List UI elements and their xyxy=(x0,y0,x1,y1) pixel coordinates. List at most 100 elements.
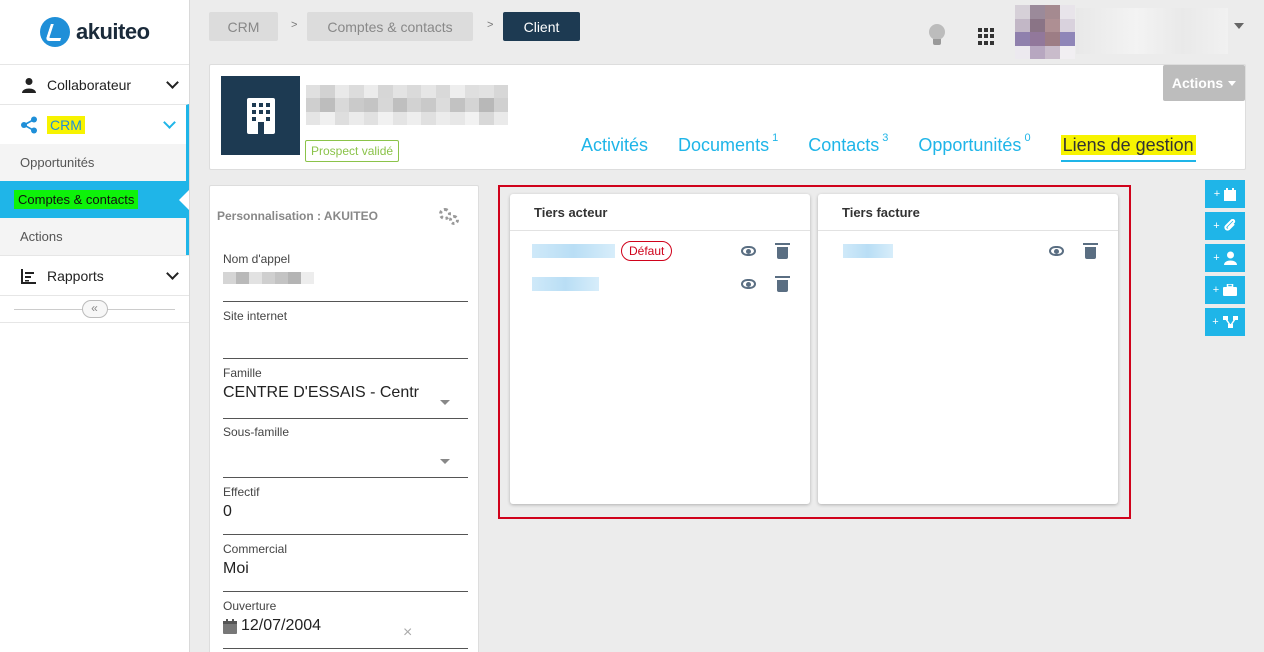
plus-icon: + xyxy=(1213,252,1220,264)
logo[interactable]: akuiteo xyxy=(0,0,189,64)
plus-icon: + xyxy=(1212,284,1220,296)
sidebar-item-label: Rapports xyxy=(47,267,104,284)
breadcrumb-comptes-contacts[interactable]: Comptes & contacts xyxy=(307,12,473,41)
sidebar-subitem-opportunites[interactable]: Opportunités xyxy=(0,144,189,181)
eye-icon[interactable] xyxy=(1049,246,1064,256)
breadcrumb-client: Client xyxy=(503,12,580,41)
info-panel: Personnalisation : AKUITEO Nom d'appel S… xyxy=(209,185,479,652)
plus-icon: + xyxy=(1213,188,1221,200)
tab-count: 1 xyxy=(772,132,779,144)
tab-count: 3 xyxy=(882,132,889,144)
tab-label: Documents xyxy=(678,135,770,155)
list-item[interactable]: Défaut xyxy=(532,241,673,261)
gears-icon[interactable] xyxy=(439,208,461,226)
calendar-icon xyxy=(223,618,237,634)
eye-icon[interactable] xyxy=(741,246,756,256)
sidebar-subitem-label: Opportunités xyxy=(20,155,95,170)
ouverture-date-field[interactable]: Ouverture 12/07/2004 × xyxy=(223,599,468,649)
tab-contacts[interactable]: Contacts 3 xyxy=(808,132,889,162)
field-value xyxy=(223,272,468,284)
sidebar-item-crm[interactable]: CRM xyxy=(0,104,189,144)
tiers-acteur-card: Tiers acteur Défaut xyxy=(510,194,810,504)
share-icon xyxy=(20,116,38,134)
field-label: Commercial xyxy=(223,542,288,556)
plus-icon: + xyxy=(1213,220,1220,232)
tab-activites[interactable]: Activités xyxy=(581,135,648,162)
tiers-link[interactable] xyxy=(843,244,893,258)
trash-icon[interactable] xyxy=(775,243,790,259)
panel-title: Personnalisation : AKUITEO xyxy=(217,209,378,223)
apps-grid-icon[interactable] xyxy=(978,28,995,45)
breadcrumb-crm[interactable]: CRM xyxy=(209,12,278,41)
actions-button-label: Actions xyxy=(1171,75,1224,91)
sidebar-item-rapports[interactable]: Rapports xyxy=(0,255,189,295)
sidebar-subitem-actions[interactable]: Actions xyxy=(0,218,189,255)
tab-label: Contacts xyxy=(808,135,880,155)
briefcase-icon xyxy=(1223,284,1238,296)
tab-documents[interactable]: Documents 1 xyxy=(678,132,779,162)
field-label: Site internet xyxy=(223,309,288,323)
tiers-link[interactable] xyxy=(532,244,615,258)
nom-appel-field[interactable]: Nom d'appel xyxy=(223,252,468,302)
sidebar-subitem-comptes-contacts[interactable]: Comptes & contacts xyxy=(0,181,189,218)
calendar-icon xyxy=(1224,187,1237,201)
field-label: Nom d'appel xyxy=(223,252,290,266)
list-item[interactable] xyxy=(532,274,599,294)
collapse-sidebar-button[interactable]: « xyxy=(81,300,108,318)
caret-down-icon xyxy=(1228,80,1237,86)
tab-label: Opportunités xyxy=(918,135,1022,155)
field-value: CENTRE D'ESSAIS - Centr xyxy=(223,384,419,401)
sidebar-subitem-label: Actions xyxy=(20,229,63,244)
add-link-button[interactable]: + xyxy=(1205,308,1245,336)
clear-icon[interactable]: × xyxy=(403,624,412,642)
person-icon xyxy=(20,76,38,94)
sidebar-item-label: CRM xyxy=(47,115,85,134)
list-item[interactable] xyxy=(840,241,893,261)
trash-icon[interactable] xyxy=(1083,243,1098,259)
commercial-field[interactable]: Commercial Moi xyxy=(223,542,468,592)
famille-select[interactable]: Famille CENTRE D'ESSAIS - Centr xyxy=(223,366,468,419)
field-label: Ouverture xyxy=(223,599,277,613)
breadcrumb-separator: > xyxy=(291,19,298,31)
report-icon xyxy=(20,267,38,285)
caret-down-icon[interactable] xyxy=(1234,23,1244,29)
dropdown-arrow-icon xyxy=(440,459,450,464)
person-icon xyxy=(1223,251,1237,265)
add-opportunity-button[interactable]: + xyxy=(1205,276,1245,304)
sous-famille-select[interactable]: Sous-famille xyxy=(223,425,468,478)
company-name xyxy=(306,85,508,125)
field-label: Famille xyxy=(223,366,262,380)
add-attachment-button[interactable]: + xyxy=(1205,212,1245,240)
sidebar: akuiteo Collaborateur CRM Opportunités C… xyxy=(0,0,190,652)
share-icon xyxy=(1222,316,1238,328)
tab-liens-de-gestion[interactable]: Liens de gestion xyxy=(1060,135,1196,162)
company-header: Prospect validé Actions Activités Docume… xyxy=(209,64,1246,170)
breadcrumb-separator: > xyxy=(487,19,494,31)
tab-label: Liens de gestion xyxy=(1060,135,1196,155)
field-value: 0 xyxy=(223,503,232,520)
akuiteo-logo-icon xyxy=(40,17,70,47)
default-badge: Défaut xyxy=(621,241,673,261)
logo-text: akuiteo xyxy=(76,19,150,44)
sidebar-item-collaborateur[interactable]: Collaborateur xyxy=(0,64,189,104)
trash-icon[interactable] xyxy=(775,276,790,292)
tab-opportunites[interactable]: Opportunités 0 xyxy=(918,132,1031,162)
field-label: Effectif xyxy=(223,485,260,499)
paperclip-icon xyxy=(1224,219,1235,231)
status-badge: Prospect validé xyxy=(305,140,400,162)
effectif-field[interactable]: Effectif 0 xyxy=(223,485,468,535)
card-title: Tiers facture xyxy=(818,194,1118,231)
site-internet-field[interactable]: Site internet xyxy=(223,309,468,359)
add-contact-button[interactable]: + xyxy=(1205,244,1245,272)
field-value: Moi xyxy=(223,560,249,577)
tab-count: 0 xyxy=(1024,132,1031,144)
add-event-button[interactable]: + xyxy=(1205,180,1245,208)
tab-label: Activités xyxy=(581,135,649,155)
tiers-link[interactable] xyxy=(532,277,599,291)
eye-icon[interactable] xyxy=(741,279,756,289)
user-name[interactable] xyxy=(1076,8,1228,54)
lightbulb-icon[interactable] xyxy=(929,24,945,45)
chevron-down-icon xyxy=(166,267,179,280)
avatar[interactable] xyxy=(1015,5,1075,59)
actions-button[interactable]: Actions xyxy=(1163,65,1245,101)
